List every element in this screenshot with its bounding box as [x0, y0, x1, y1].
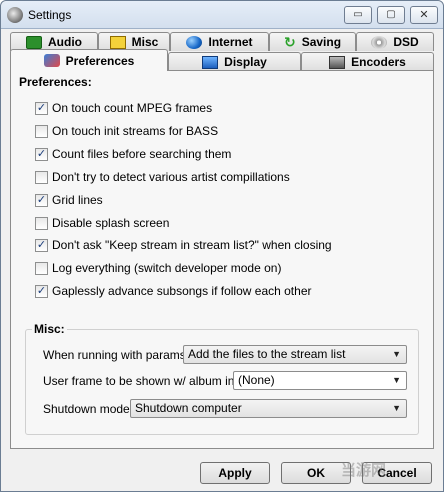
params-label: When running with params: — [43, 348, 190, 362]
option-init-streams-bass[interactable]: On touch init streams for BASS — [35, 124, 218, 138]
checkbox[interactable] — [35, 124, 48, 138]
shutdown-value: Shutdown computer — [135, 401, 242, 415]
misc-icon — [109, 35, 126, 49]
chevron-down-icon: ▼ — [392, 349, 401, 359]
watermark-text: 当游网 — [341, 462, 387, 479]
checkbox[interactable]: ✓ — [35, 284, 48, 298]
preferences-icon — [43, 54, 60, 67]
option-grid-lines[interactable]: ✓ Grid lines — [35, 193, 103, 207]
checkbox[interactable]: ✓ — [35, 147, 48, 161]
checkbox[interactable] — [35, 216, 48, 230]
checkbox[interactable]: ✓ — [35, 101, 48, 115]
option-label: Grid lines — [52, 193, 103, 207]
tab-label: Preferences — [65, 53, 135, 68]
option-label: Count files before searching them — [52, 147, 232, 161]
option-label: Gaplessly advance subsongs if follow eac… — [52, 284, 312, 298]
minimize-button[interactable]: ▭ — [344, 6, 372, 24]
option-count-files[interactable]: ✓ Count files before searching them — [35, 147, 231, 161]
params-dropdown[interactable]: Add the files to the stream list ▼ — [183, 345, 407, 364]
maximize-icon: ▢ — [386, 9, 396, 20]
frame-value: (None) — [238, 373, 275, 387]
minimize-icon: ▭ — [353, 9, 363, 20]
option-gapless-subsongs[interactable]: ✓ Gaplessly advance subsongs if follow e… — [35, 284, 311, 298]
saving-icon: ↻ — [283, 33, 296, 50]
option-label: On touch count MPEG frames — [52, 101, 213, 115]
tab-internet[interactable]: Internet — [170, 32, 269, 51]
checkbox[interactable]: ✓ — [35, 193, 48, 207]
checkbox[interactable] — [35, 170, 48, 184]
option-label: Disable splash screen — [52, 216, 170, 230]
apply-button[interactable]: Apply — [200, 462, 270, 484]
tab-display[interactable]: Display — [168, 52, 301, 71]
title-bar[interactable]: Settings ▭ ▢ ✕ — [1, 1, 443, 29]
frame-combobox[interactable]: (None) ▼ — [233, 371, 407, 390]
tab-preferences[interactable]: Preferences — [10, 49, 168, 71]
option-label: Don't ask "Keep stream in stream list?" … — [52, 238, 332, 252]
option-disable-splash[interactable]: Disable splash screen — [35, 216, 169, 230]
tab-label: Internet — [208, 35, 253, 49]
chevron-down-icon: ▼ — [392, 403, 401, 413]
option-label: On touch init streams for BASS — [52, 124, 219, 138]
settings-window: Settings ▭ ▢ ✕ Audio Misc Internet ↻ Sav… — [0, 0, 444, 492]
option-label: Don't try to detect various artist compi… — [52, 170, 290, 184]
app-icon — [7, 7, 23, 23]
tab-label: Encoders — [351, 55, 406, 69]
params-value: Add the files to the stream list — [188, 347, 346, 361]
option-log-everything[interactable]: Log everything (switch developer mode on… — [35, 261, 281, 275]
internet-icon — [186, 35, 203, 49]
preferences-panel: Preferences: ✓ On touch count MPEG frame… — [10, 70, 434, 449]
shutdown-label: Shutdown mode: — [43, 402, 134, 416]
audio-icon — [26, 35, 42, 49]
close-button[interactable]: ✕ — [410, 6, 438, 24]
maximize-button[interactable]: ▢ — [377, 6, 405, 24]
frame-label: User frame to be shown w/ album info: — [43, 374, 248, 388]
misc-group-title: Misc: — [32, 322, 67, 336]
window-title: Settings — [28, 8, 72, 22]
tab-label: Audio — [48, 35, 82, 49]
tab-label: DSD — [393, 35, 419, 49]
shutdown-dropdown[interactable]: Shutdown computer ▼ — [130, 399, 407, 418]
encoders-icon — [329, 55, 346, 69]
option-various-artist[interactable]: Don't try to detect various artist compi… — [35, 170, 290, 184]
checkbox[interactable]: ✓ — [35, 238, 48, 252]
tab-encoders[interactable]: Encoders — [301, 52, 434, 71]
option-count-mpeg-frames[interactable]: ✓ On touch count MPEG frames — [35, 101, 212, 115]
display-icon — [202, 55, 219, 69]
checkbox[interactable] — [35, 261, 48, 275]
misc-group: Misc: When running with params: Add the … — [25, 322, 419, 435]
tab-label: Display — [224, 55, 267, 69]
option-label: Log everything (switch developer mode on… — [52, 261, 282, 275]
dsd-icon — [371, 35, 388, 49]
tab-label: Misc — [131, 35, 159, 49]
tab-dsd[interactable]: DSD — [356, 32, 434, 51]
tab-label: Saving — [301, 35, 342, 49]
close-icon: ✕ — [419, 9, 429, 21]
tab-saving[interactable]: ↻ Saving — [269, 32, 356, 51]
chevron-down-icon: ▼ — [392, 375, 401, 385]
preferences-group-title: Preferences: — [19, 75, 92, 89]
option-keep-stream[interactable]: ✓ Don't ask "Keep stream in stream list?… — [35, 238, 332, 252]
